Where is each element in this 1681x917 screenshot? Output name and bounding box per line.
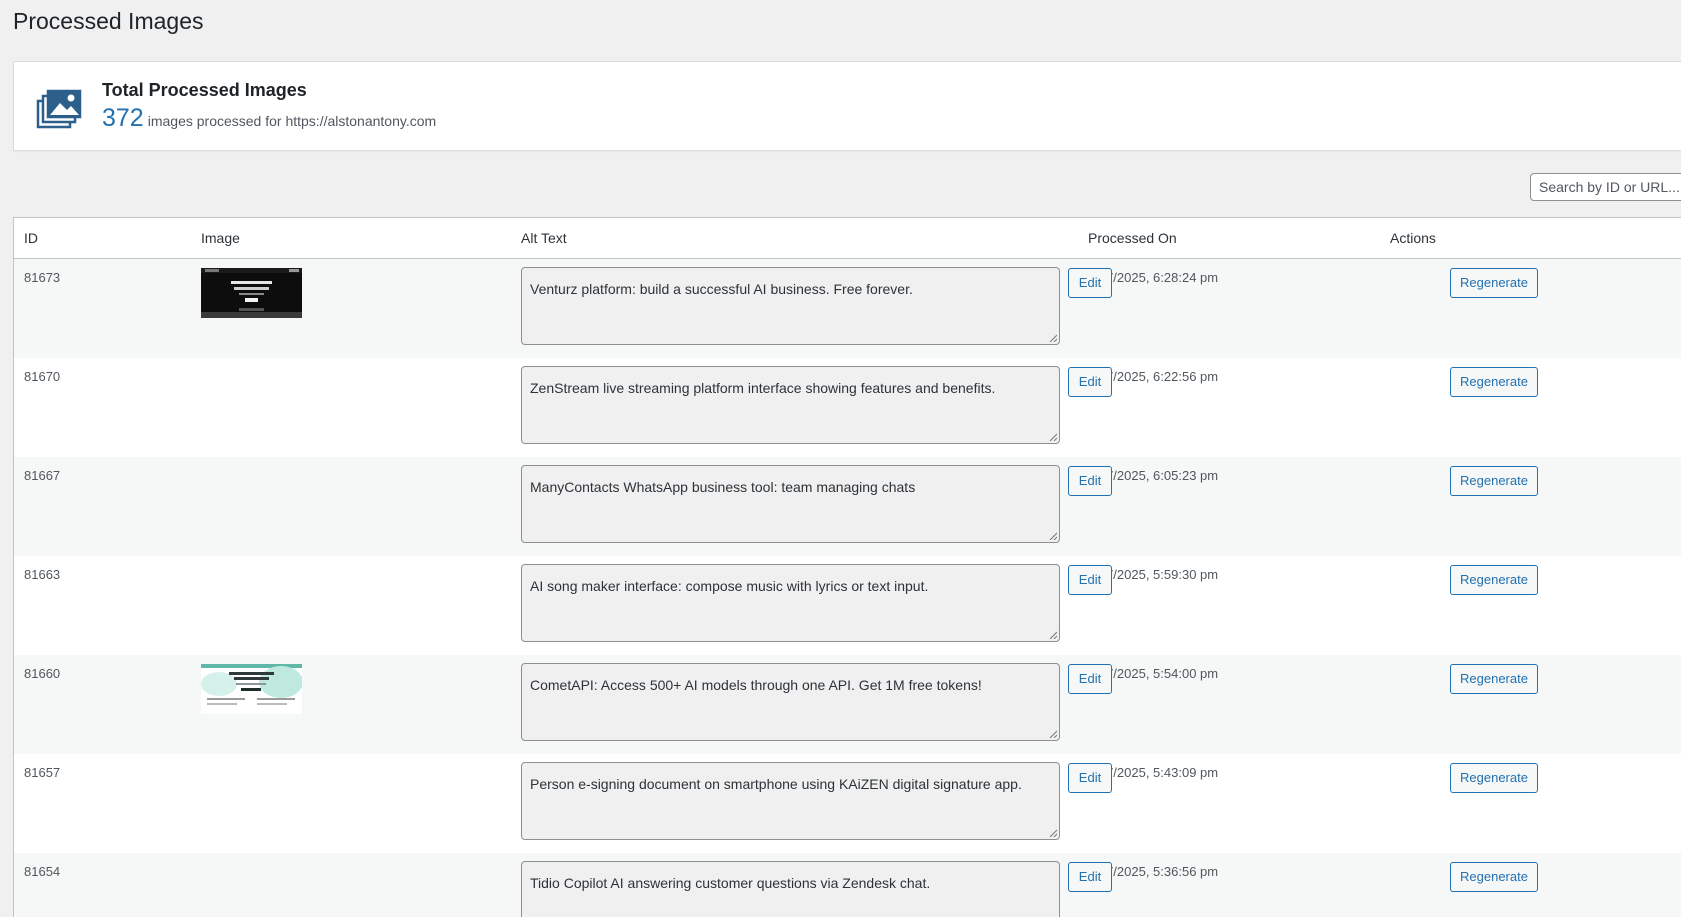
images-stack-icon <box>36 89 82 129</box>
edit-button[interactable]: Edit <box>1068 862 1112 892</box>
resize-handle-icon[interactable] <box>1049 730 1057 738</box>
row-id: 81654 <box>14 853 191 917</box>
regenerate-button[interactable]: Regenerate <box>1450 466 1538 496</box>
column-header-id: ID <box>14 218 191 259</box>
alt-text-value: CometAPI: Access 500+ AI models through … <box>530 677 982 693</box>
image-thumbnail[interactable] <box>201 268 302 318</box>
table-row: 81654 Tidio Copilot AI answering customer… <box>14 853 1681 917</box>
row-id: 81670 <box>14 358 191 457</box>
row-image <box>191 358 511 457</box>
alt-text-value: ZenStream live streaming platform interf… <box>530 380 995 396</box>
edit-button[interactable]: Edit <box>1068 466 1112 496</box>
alt-text-value: Tidio Copilot AI answering customer ques… <box>530 875 930 891</box>
row-processed-on: 18/7/2025, 5:36:56 pm <box>1078 853 1380 917</box>
row-processed-on: 18/7/2025, 6:05:23 pm <box>1078 457 1380 556</box>
resize-handle-icon[interactable] <box>1049 532 1057 540</box>
row-actions: Regenerate <box>1380 457 1681 556</box>
processed-description: images processed for https://alstonanton… <box>148 113 436 129</box>
edit-button[interactable]: Edit <box>1068 367 1112 397</box>
row-image <box>191 655 511 754</box>
edit-button[interactable]: Edit <box>1068 763 1112 793</box>
resize-handle-icon[interactable] <box>1049 433 1057 441</box>
alt-text-field[interactable]: Venturz platform: build a successful AI … <box>521 267 1060 345</box>
edit-button[interactable]: Edit <box>1068 268 1112 298</box>
alt-text-value: Venturz platform: build a successful AI … <box>530 281 913 297</box>
summary-title: Total Processed Images <box>102 80 307 101</box>
regenerate-button[interactable]: Regenerate <box>1450 367 1538 397</box>
row-alt-text-cell: ManyContacts WhatsApp business tool: tea… <box>511 457 1078 556</box>
column-header-alt-text: Alt Text <box>511 218 1078 259</box>
row-id: 81663 <box>14 556 191 655</box>
alt-text-value: Person e-signing document on smartphone … <box>530 776 1022 792</box>
row-image <box>191 556 511 655</box>
edit-button[interactable]: Edit <box>1068 664 1112 694</box>
table-row: 81673 Venturz platform: build a successfu… <box>14 259 1681 358</box>
column-header-processed-on: Processed On <box>1078 218 1380 259</box>
row-alt-text-cell: CometAPI: Access 500+ AI models through … <box>511 655 1078 754</box>
page-title: Processed Images <box>13 8 203 35</box>
table-row: 81663 AI song maker interface: compose mu… <box>14 556 1681 655</box>
table-row: 81670 ZenStream live streaming platform i… <box>14 358 1681 457</box>
regenerate-button[interactable]: Regenerate <box>1450 565 1538 595</box>
table-row: 81657 Person e-signing document on smartp… <box>14 754 1681 853</box>
edit-button[interactable]: Edit <box>1068 565 1112 595</box>
table-header-row: ID Image Alt Text Processed On Actions <box>14 218 1681 259</box>
alt-text-field[interactable]: Tidio Copilot AI answering customer ques… <box>521 861 1060 917</box>
processed-count: 372 <box>102 104 144 132</box>
row-image <box>191 754 511 853</box>
regenerate-button[interactable]: Regenerate <box>1450 763 1538 793</box>
row-processed-on: 18/7/2025, 5:43:09 pm <box>1078 754 1380 853</box>
row-alt-text-cell: Tidio Copilot AI answering customer ques… <box>511 853 1078 917</box>
row-id: 81657 <box>14 754 191 853</box>
row-processed-on: 18/7/2025, 5:59:30 pm <box>1078 556 1380 655</box>
row-actions: Regenerate <box>1380 853 1681 917</box>
row-alt-text-cell: Person e-signing document on smartphone … <box>511 754 1078 853</box>
table-row: 81667 ManyContacts WhatsApp business tool… <box>14 457 1681 556</box>
alt-text-value: AI song maker interface: compose music w… <box>530 578 928 594</box>
alt-text-field[interactable]: AI song maker interface: compose music w… <box>521 564 1060 642</box>
row-alt-text-cell: ZenStream live streaming platform interf… <box>511 358 1078 457</box>
row-processed-on: 18/7/2025, 5:54:00 pm <box>1078 655 1380 754</box>
row-image <box>191 259 511 358</box>
summary-line: 372images processed for https://alstonan… <box>102 104 436 133</box>
alt-text-field[interactable]: ZenStream live streaming platform interf… <box>521 366 1060 444</box>
row-actions: Regenerate <box>1380 358 1681 457</box>
alt-text-field[interactable]: Person e-signing document on smartphone … <box>521 762 1060 840</box>
alt-text-value: ManyContacts WhatsApp business tool: tea… <box>530 479 915 495</box>
table-row: 81660 CometAPI: Access 500+ AI models thr… <box>14 655 1681 754</box>
row-actions: Regenerate <box>1380 655 1681 754</box>
processed-images-table: ID Image Alt Text Processed On Actions 8… <box>13 217 1681 917</box>
regenerate-button[interactable]: Regenerate <box>1450 664 1538 694</box>
row-processed-on: 18/7/2025, 6:28:24 pm <box>1078 259 1380 358</box>
alt-text-field[interactable]: ManyContacts WhatsApp business tool: tea… <box>521 465 1060 543</box>
row-image <box>191 853 511 917</box>
row-id: 81660 <box>14 655 191 754</box>
search-input[interactable] <box>1530 173 1681 201</box>
summary-card: Total Processed Images 372images process… <box>13 61 1681 151</box>
resize-handle-icon[interactable] <box>1049 334 1057 342</box>
column-header-actions: Actions <box>1380 218 1681 259</box>
row-image <box>191 457 511 556</box>
row-processed-on: 18/7/2025, 6:22:56 pm <box>1078 358 1380 457</box>
row-id: 81673 <box>14 259 191 358</box>
resize-handle-icon[interactable] <box>1049 631 1057 639</box>
regenerate-button[interactable]: Regenerate <box>1450 268 1538 298</box>
row-actions: Regenerate <box>1380 556 1681 655</box>
row-actions: Regenerate <box>1380 259 1681 358</box>
row-alt-text-cell: AI song maker interface: compose music w… <box>511 556 1078 655</box>
row-actions: Regenerate <box>1380 754 1681 853</box>
row-id: 81667 <box>14 457 191 556</box>
image-thumbnail[interactable] <box>201 664 302 714</box>
column-header-image: Image <box>191 218 511 259</box>
resize-handle-icon[interactable] <box>1049 829 1057 837</box>
regenerate-button[interactable]: Regenerate <box>1450 862 1538 892</box>
alt-text-field[interactable]: CometAPI: Access 500+ AI models through … <box>521 663 1060 741</box>
row-alt-text-cell: Venturz platform: build a successful AI … <box>511 259 1078 358</box>
